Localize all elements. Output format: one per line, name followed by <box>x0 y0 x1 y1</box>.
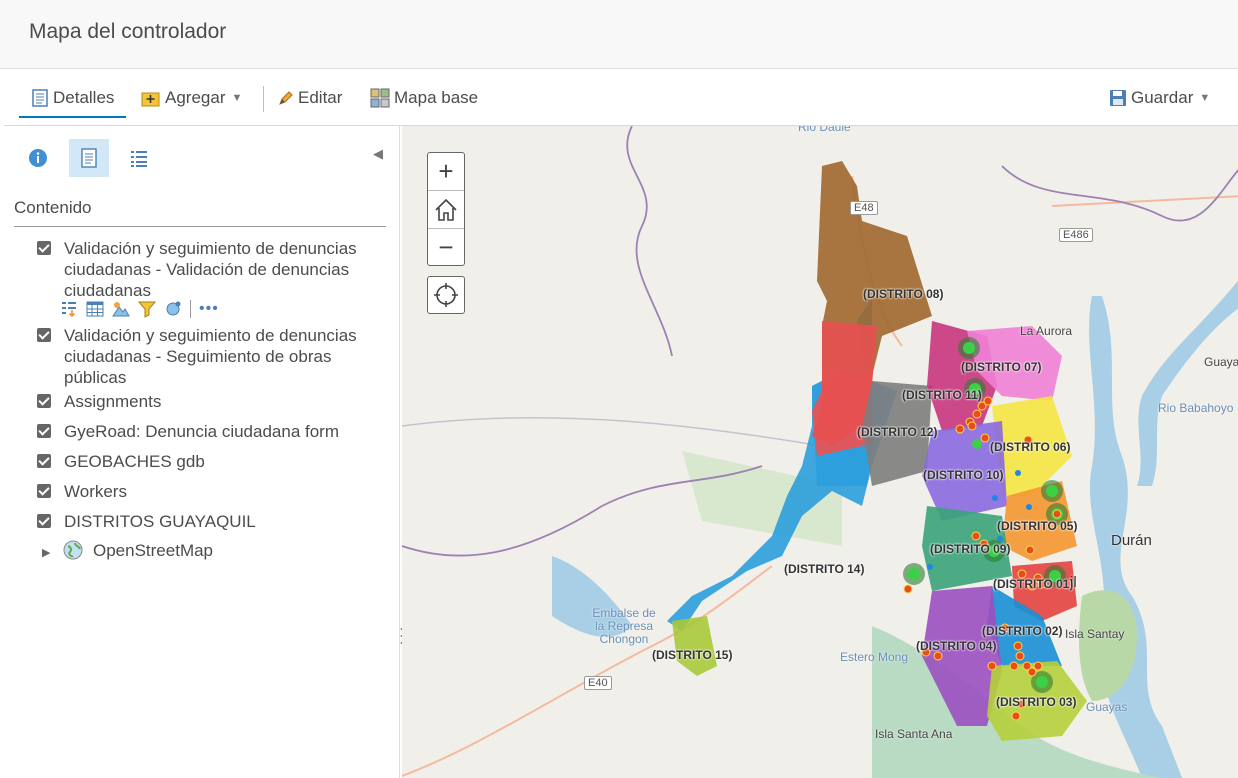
place-label: Isla Santa Ana <box>875 727 953 741</box>
info-icon <box>29 149 47 167</box>
toolbar: Detalles Agregar ▼ Editar Mapa base Guar… <box>4 70 1238 126</box>
toolbar-divider <box>263 86 264 112</box>
district-label: (DISTRITO 06) <box>990 440 1071 454</box>
legend-tab[interactable] <box>119 139 159 177</box>
layer-name[interactable]: Workers <box>64 481 364 502</box>
page-title: Mapa del controlador <box>29 20 227 43</box>
layer-name[interactable]: OpenStreetMap <box>93 540 393 561</box>
district-label: (DISTRITO 02) <box>982 624 1063 638</box>
layer-checkbox[interactable] <box>37 424 51 438</box>
basemap <box>402 126 1238 778</box>
details-icon <box>32 89 48 107</box>
place-label: Embalse de la Represa Chongon <box>592 606 656 646</box>
contents-icon <box>81 148 97 168</box>
locate-button[interactable] <box>427 276 465 314</box>
district-label: (DISTRITO 15) <box>652 648 733 662</box>
place-label: Guayas <box>1086 700 1128 714</box>
layer-name[interactable]: Assignments <box>64 391 364 412</box>
divider <box>14 226 386 227</box>
change-style-icon[interactable] <box>112 300 130 318</box>
district-label: (DISTRITO 01) <box>993 577 1074 591</box>
layer-name[interactable]: Validación y seguimiento de denuncias ci… <box>64 325 364 388</box>
zoom-in-button[interactable]: + <box>428 153 464 190</box>
analysis-icon[interactable] <box>164 300 182 318</box>
district-label: (DISTRITO 10) <box>923 468 1004 482</box>
about-tab[interactable] <box>18 139 58 177</box>
district-label: (DISTRITO 03) <box>996 695 1077 709</box>
home-icon <box>435 198 457 221</box>
layer-checkbox[interactable] <box>37 514 51 528</box>
layer-checkbox[interactable] <box>37 454 51 468</box>
layer-checkbox[interactable] <box>37 394 51 408</box>
basemap-label: Mapa base <box>394 88 479 107</box>
district-label: (DISTRITO 14) <box>784 562 865 576</box>
district-label: (DISTRITO 07) <box>961 360 1042 374</box>
contents-title: Contenido <box>14 198 92 217</box>
place-label: Isla Santay <box>1065 627 1125 641</box>
map-view[interactable]: (DISTRITO 08) (DISTRITO 07) (DISTRITO 11… <box>402 126 1238 778</box>
table-icon[interactable] <box>86 300 104 318</box>
zoom-out-button[interactable]: − <box>428 229 464 266</box>
basemap-button[interactable]: Mapa base <box>370 86 478 110</box>
road-shield: E48 <box>850 201 878 215</box>
layer-tools: ••• <box>60 299 219 319</box>
place-label: Rio Babahoyo <box>1158 401 1234 415</box>
contents-tab[interactable] <box>69 139 109 177</box>
district-label: (DISTRITO 05) <box>997 519 1078 533</box>
details-label: Detalles <box>53 88 115 107</box>
basemap-grid-icon <box>370 88 390 108</box>
chevron-down-icon: ▼ <box>231 92 243 104</box>
layer-checkbox[interactable] <box>37 241 51 255</box>
home-button[interactable] <box>428 191 464 228</box>
save-disk-icon <box>1110 90 1126 106</box>
district-label: (DISTRITO 11) <box>902 388 982 402</box>
place-label: il <box>1070 574 1077 591</box>
add-layer-icon <box>141 92 160 107</box>
pencil-icon <box>279 91 293 105</box>
place-label: Guaya <box>1204 355 1238 369</box>
save-label: Guardar <box>1131 88 1194 107</box>
zoom-control: + − <box>427 152 465 266</box>
app-header: Mapa del controlador <box>0 0 1238 69</box>
chevron-down-icon: ▼ <box>1199 92 1211 104</box>
district-label: (DISTRITO 09) <box>930 542 1011 556</box>
place-label: La Aurora <box>1020 324 1073 338</box>
details-button[interactable]: Detalles <box>31 86 114 110</box>
add-button[interactable]: Agregar ▼ <box>141 86 242 110</box>
edit-label: Editar <box>298 88 343 107</box>
legend-icon[interactable] <box>60 300 78 318</box>
save-button[interactable]: Guardar ▼ <box>1109 86 1210 110</box>
road-shield: E40 <box>584 676 612 690</box>
district-label: (DISTRITO 08) <box>863 287 944 301</box>
more-options-icon[interactable]: ••• <box>199 300 219 318</box>
layer-checkbox[interactable] <box>37 484 51 498</box>
road-shield: E486 <box>1059 228 1093 242</box>
place-label: Durán <box>1111 532 1152 549</box>
locate-crosshair-icon <box>434 283 458 307</box>
district-label: (DISTRITO 04) <box>916 639 997 653</box>
legend-list-icon <box>131 151 147 167</box>
place-label: Estero Mong <box>840 650 909 664</box>
globe-icon <box>63 540 83 560</box>
edit-button[interactable]: Editar <box>278 86 342 110</box>
layer-name[interactable]: DISTRITOS GUAYAQUIL <box>64 511 364 532</box>
expand-arrow-icon[interactable]: ▶ <box>42 543 50 564</box>
add-label: Agregar <box>165 88 226 107</box>
collapse-panel-icon[interactable]: ◀ <box>373 146 383 162</box>
district-label: (DISTRITO 12) <box>857 425 938 439</box>
place-label: Rio Daule <box>798 126 851 134</box>
layer-checkbox[interactable] <box>37 328 51 342</box>
layer-name[interactable]: GEOBACHES gdb <box>64 451 364 472</box>
layer-name[interactable]: GyeRoad: Denuncia ciudadana form <box>64 421 364 442</box>
layer-name[interactable]: Validación y seguimiento de denuncias ci… <box>64 238 364 301</box>
tools-divider <box>190 300 191 318</box>
contents-panel: ◀ Contenido Validación y seguimiento de … <box>4 126 403 778</box>
filter-icon[interactable] <box>138 300 156 318</box>
